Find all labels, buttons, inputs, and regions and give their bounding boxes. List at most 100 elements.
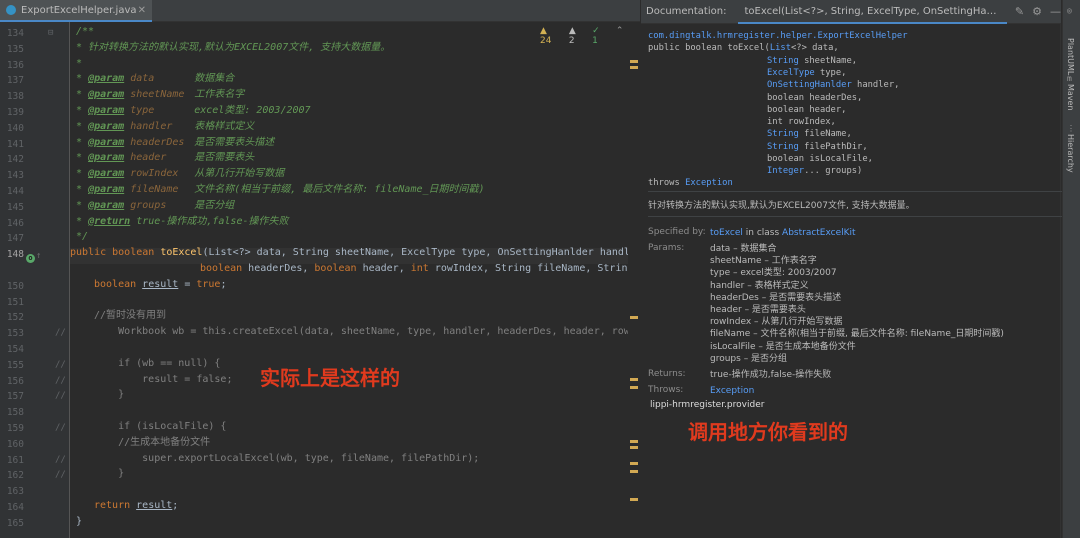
type-link[interactable]: String [767,56,799,66]
javadoc-param-text: 是否需要表头 [194,152,255,164]
maven-icon[interactable]: m [1067,74,1077,84]
javadoc-param-tag: @param [88,89,125,101]
javadoc-param-line: * @param headerDes 是否需要表头描述 [76,135,274,151]
ok-count[interactable]: ✓ 1 [592,26,608,46]
chevron-up-icon[interactable]: ⌃ [616,26,624,46]
line-number: 146 [6,217,24,229]
up-arrow-icon[interactable]: ↑ [36,251,41,261]
type-link[interactable]: ExcelType [767,68,815,78]
line-comment: if (isLocalFile) { [94,421,227,432]
param-entry: handler – 表格样式定义 [710,280,809,291]
warning-stripe-mark[interactable] [630,462,638,465]
code-line: public boolean toExcel(List<?> data, Str… [70,245,628,261]
doc-signature-param: String sheetName, [767,55,857,67]
weak-warning-count[interactable]: ▲ 2 [569,26,584,46]
file-tab[interactable]: ExportExcelHelper.java ✕ [0,0,152,22]
javadoc-param-tag: @param [88,184,125,195]
returns-text: true-操作成功,false-操作失败 [710,370,832,380]
line-number: 142 [6,154,24,166]
fold-marker-icon[interactable]: ⊟ [48,28,53,38]
implements-method-icon[interactable]: o [26,254,35,263]
doc-signature-param: ExcelType type, [767,67,846,79]
javadoc-param-line: * @param rowIndex 从第几行开始写数据 [76,166,284,182]
specified-value: toExcel in class AbstractExcelKit [710,227,856,239]
doc-signature-param: int rowIndex, [767,116,836,128]
javadoc-param-name: handler [130,120,173,132]
inspection-widget[interactable]: ▲ 24 ▲ 2 ✓ 1 ⌃ ⌄ [540,26,639,46]
keyword: return [94,500,137,511]
variable-result: result [136,500,173,511]
throws-value[interactable]: Exception [710,385,754,397]
param-entry: groups – 是否分组 [710,353,788,364]
editor-error-stripe[interactable] [628,22,640,538]
code-editor[interactable]: ExportExcelHelper.java ✕ ⊟ o ↑ 134 135 136… [0,0,640,538]
documentation-tab[interactable]: toExcel(List<?>, String, ExcelType, OnSe… [738,0,1007,24]
specified-method-link[interactable]: toExcel [710,228,743,238]
annotation-right: 调用地方你看到的 [688,420,848,444]
type-link[interactable]: String [767,142,799,152]
javadoc-param-name: sheetName [130,89,185,101]
hierarchy-icon[interactable]: ⋮ [1067,124,1077,134]
warning-stripe-mark[interactable] [630,386,638,389]
javadoc-param-line: * @param handler 表格样式定义 [76,119,254,135]
line-number: 143 [6,170,24,182]
line-number: 154 [6,344,24,355]
doc-description: 针对转换方法的默认实现,默认为EXCEL2007文件, 支持大数据量。 [648,201,915,211]
code-line: super.exportLocalExcel(wb, type, fileNam… [94,451,479,467]
code-line: return result; [94,498,178,514]
doc-signature-param: boolean isLocalFile, [767,153,873,165]
doc-throws-row: Throws: Exception [648,385,754,397]
throws-keyword: throws [648,178,686,188]
warning-stripe-mark[interactable] [630,498,638,501]
right-tool-strip: ◎ PlantUML m Maven ⋮ Hierarchy [1062,0,1080,538]
literal: true [196,278,221,290]
line-comment: } [94,389,125,401]
code-line: } [76,514,82,530]
warning-stripe-mark[interactable] [630,66,638,69]
warning-stripe-mark[interactable] [630,446,638,449]
notifications-icon[interactable]: ◎ [1067,6,1077,16]
keyword: boolean [94,278,143,290]
minimize-icon[interactable]: — [1050,5,1061,18]
warning-stripe-mark[interactable] [630,470,638,473]
exception-link[interactable]: Exception [685,178,733,188]
type-link[interactable]: String [767,129,799,139]
tool-tab-maven[interactable]: Maven [1066,84,1075,111]
ok-count-value: 1 [592,36,598,46]
type-link[interactable]: List [770,43,791,53]
code-line: Workbook wb = this.createExcel(data, she… [94,324,628,340]
settings-gear-icon[interactable]: ⚙ [1032,5,1042,18]
line-comment: //生成本地备份文件 [94,436,211,448]
doc-package-link[interactable]: com.dingtalk.hrmregister.helper.ExportEx… [648,30,908,42]
line-comment: result = false; [94,373,233,385]
warning-stripe-mark[interactable] [630,316,638,319]
javadoc-return-tag: @return [88,215,131,227]
semicolon: ; [172,500,179,511]
line-number: 165 [6,517,24,529]
type-link[interactable]: Integer [767,166,804,176]
signature-param: boolean header, [767,104,847,115]
line-number: 151 [6,296,24,308]
warning-stripe-mark[interactable] [630,378,638,381]
doc-signature-param: Integer... groups) [767,165,862,177]
line-number: 153 [6,328,24,340]
documentation-toolbar: Documentation: toExcel(List<?>, String, … [641,0,1061,24]
type-link[interactable]: OnSettingHanlder [767,80,852,90]
signature-params: header, [356,263,411,274]
tool-tab-plantuml[interactable]: PlantUML [1066,38,1075,75]
code-area[interactable]: /** * 针对转换方法的默认实现,默认为EXCEL2007文件, 支持大数据量。… [70,22,628,538]
doc-signature-param: boolean header, [767,104,846,116]
documentation-panel[interactable]: Documentation: toExcel(List<?>, String, … [641,0,1068,538]
doc-throws: throws Exception [648,177,733,189]
line-number-gutter[interactable]: ⊟ o ↑ 134 135 136 137 138 139 140 141 142 143 144 1… [0,22,70,538]
warning-stripe-mark[interactable] [630,60,638,63]
method-name: toExcel [160,247,203,259]
specified-class-link[interactable]: AbstractExcelKit [782,228,856,238]
warning-count[interactable]: ▲ 24 [540,26,561,46]
close-icon[interactable]: ✕ [138,5,146,16]
warning-stripe-mark[interactable] [630,440,638,443]
edit-source-icon[interactable]: ✎ [1015,5,1024,18]
tool-tab-hierarchy[interactable]: Hierarchy [1066,134,1075,173]
signature-param: sheetName, [798,55,858,66]
javadoc-param-tag: @param [88,73,125,85]
